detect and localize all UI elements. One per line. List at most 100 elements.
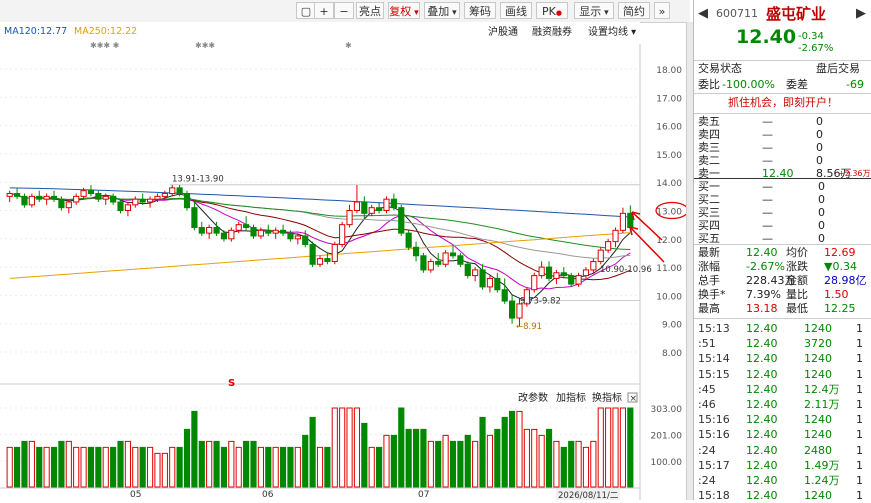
candle-body[interactable] bbox=[302, 235, 309, 245]
candle-body[interactable] bbox=[191, 207, 198, 228]
candle-body[interactable] bbox=[176, 187, 183, 195]
toolbar-icon-square[interactable]: ▢ bbox=[296, 2, 316, 19]
event-star-icon[interactable]: ✱✱✱ bbox=[195, 41, 215, 50]
candle-body[interactable] bbox=[250, 226, 257, 237]
candle-body[interactable] bbox=[619, 212, 627, 231]
candle-body[interactable] bbox=[457, 255, 464, 265]
sell-signal-icon[interactable]: S bbox=[228, 378, 235, 389]
candle-body[interactable] bbox=[339, 224, 346, 245]
candle-body[interactable] bbox=[383, 198, 390, 211]
candle-body[interactable] bbox=[213, 226, 220, 234]
candle-body[interactable] bbox=[353, 201, 361, 211]
candle-body[interactable] bbox=[568, 275, 575, 285]
candle-body[interactable] bbox=[102, 195, 109, 200]
candle-body[interactable] bbox=[509, 300, 516, 319]
candle-body[interactable] bbox=[206, 226, 213, 234]
draw-line-button[interactable]: 画线 bbox=[500, 2, 532, 19]
candle-body[interactable] bbox=[435, 260, 442, 265]
candle-body[interactable] bbox=[376, 207, 383, 211]
candle-body[interactable] bbox=[279, 229, 287, 234]
candle-body[interactable] bbox=[154, 195, 161, 200]
candle-body[interactable] bbox=[13, 193, 21, 197]
volume-menu-item[interactable]: 加指标 bbox=[556, 391, 586, 404]
candle-body[interactable] bbox=[331, 243, 338, 262]
candle-body[interactable] bbox=[553, 272, 560, 279]
candle-body[interactable] bbox=[294, 235, 301, 240]
candle-body[interactable] bbox=[87, 190, 95, 195]
candle-body[interactable] bbox=[169, 187, 176, 195]
candle-body[interactable] bbox=[80, 190, 87, 197]
candle-body[interactable] bbox=[531, 275, 538, 291]
candle-body[interactable] bbox=[235, 224, 242, 231]
candle-body[interactable] bbox=[390, 198, 397, 209]
candle-body[interactable] bbox=[346, 210, 353, 226]
kline-chart-svg[interactable]: 18.0017.0016.0015.0014.0013.0012.0011.00… bbox=[0, 22, 690, 500]
display-button[interactable]: 显示 ▾ bbox=[574, 2, 614, 19]
candle-body[interactable] bbox=[228, 229, 235, 240]
candle-body[interactable] bbox=[560, 272, 567, 277]
candle-body[interactable] bbox=[95, 193, 102, 200]
candle-body[interactable] bbox=[368, 207, 375, 214]
candle-body[interactable] bbox=[479, 269, 486, 288]
candle-body[interactable] bbox=[50, 195, 58, 200]
candle-body[interactable] bbox=[324, 258, 331, 262]
candle-body[interactable] bbox=[43, 195, 50, 200]
candle-body[interactable] bbox=[412, 246, 420, 257]
chart-menu-item[interactable]: 设置均线 ▾ bbox=[588, 25, 636, 38]
candle-body[interactable] bbox=[6, 193, 13, 197]
restore-rights-button[interactable]: 复权 ▾ bbox=[388, 2, 420, 19]
candle-body[interactable] bbox=[161, 193, 168, 197]
candle-body[interactable] bbox=[494, 277, 501, 291]
candle-body[interactable] bbox=[124, 204, 131, 211]
double-arrow-button[interactable]: » bbox=[654, 2, 670, 19]
volume-menu-item[interactable]: 改参数 bbox=[518, 391, 548, 404]
candle-body[interactable] bbox=[58, 198, 65, 209]
kline-chart-area[interactable]: 18.00 17.00 16.00 15.00 14.00 13.00 12.00 11.00… bbox=[0, 22, 690, 500]
candle-body[interactable] bbox=[146, 198, 154, 203]
candle-body[interactable] bbox=[65, 201, 72, 209]
candle-body[interactable] bbox=[398, 207, 405, 234]
candle-body[interactable] bbox=[257, 229, 264, 237]
candle-body[interactable] bbox=[316, 258, 324, 265]
simple-button[interactable]: 简约 bbox=[618, 2, 650, 19]
candle-body[interactable] bbox=[405, 232, 412, 248]
chart-menu-item[interactable]: 融资融券 bbox=[532, 25, 572, 38]
pk-button[interactable]: PK● bbox=[536, 2, 568, 19]
candle-body[interactable] bbox=[28, 195, 35, 206]
highlight-button[interactable]: 亮点 bbox=[356, 2, 384, 19]
candle-body[interactable] bbox=[183, 193, 191, 209]
open-account-ad[interactable]: 抓住机会，即刻开户！ bbox=[694, 95, 871, 111]
candle-body[interactable] bbox=[110, 195, 117, 203]
candle-body[interactable] bbox=[272, 229, 279, 234]
candle-body[interactable] bbox=[545, 266, 553, 279]
candle-body[interactable] bbox=[486, 277, 494, 288]
candle-body[interactable] bbox=[220, 232, 228, 240]
candle-body[interactable] bbox=[265, 229, 272, 234]
candle-body[interactable] bbox=[36, 195, 43, 200]
chip-button[interactable]: 筹码 bbox=[464, 2, 496, 19]
overlay-button[interactable]: 叠加 ▾ bbox=[424, 2, 460, 19]
event-star-icon[interactable]: ✱✱✱ ✱ bbox=[90, 41, 120, 50]
candle-body[interactable] bbox=[605, 241, 612, 251]
event-star-icon[interactable]: ✱ bbox=[345, 41, 352, 50]
candle-body[interactable] bbox=[420, 255, 427, 271]
chart-menu-item[interactable]: 沪股通 bbox=[488, 25, 518, 38]
candle-body[interactable] bbox=[117, 201, 124, 211]
minus-button[interactable]: − bbox=[334, 2, 354, 19]
candle-body[interactable] bbox=[501, 289, 508, 302]
candle-body[interactable] bbox=[472, 269, 479, 277]
candle-body[interactable] bbox=[442, 252, 449, 265]
candle-body[interactable] bbox=[427, 260, 434, 271]
candle-body[interactable] bbox=[73, 195, 80, 203]
candle-body[interactable] bbox=[612, 229, 619, 243]
volume-menu-item[interactable]: 换指标 bbox=[592, 391, 622, 404]
candle-body[interactable] bbox=[309, 243, 316, 265]
candle-body[interactable] bbox=[449, 252, 457, 257]
candle-body[interactable] bbox=[139, 198, 146, 203]
candle-body[interactable] bbox=[361, 201, 368, 214]
candle-body[interactable] bbox=[287, 232, 294, 240]
candle-body[interactable] bbox=[21, 195, 28, 206]
candle-body[interactable] bbox=[590, 260, 597, 271]
candle-body[interactable] bbox=[243, 224, 250, 228]
chart-scrollbar[interactable] bbox=[686, 22, 693, 500]
